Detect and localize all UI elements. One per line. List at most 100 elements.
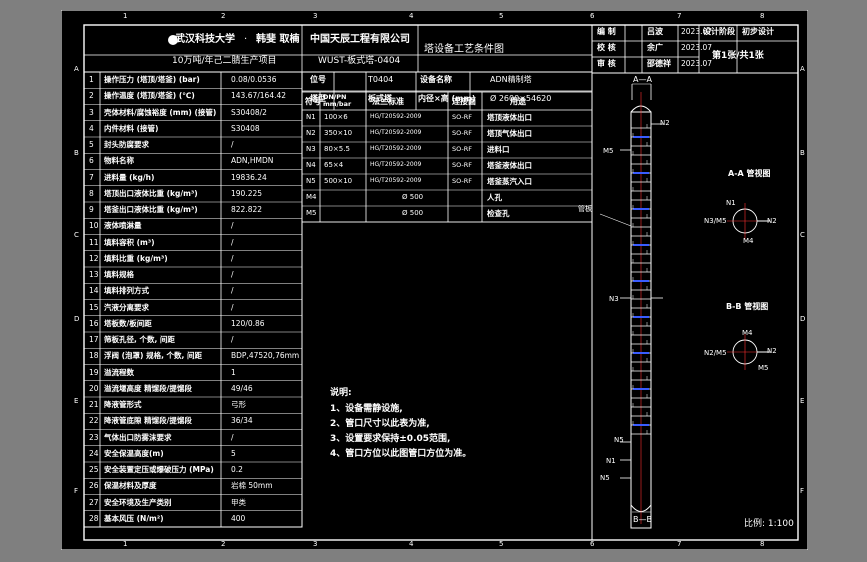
param-number: 7 xyxy=(89,172,94,182)
param-label: 物料名称 xyxy=(104,156,134,166)
nozzle-face: SO-RF xyxy=(452,113,473,121)
view-aa-title: A-A 管视图 xyxy=(728,169,771,178)
nozzle-size: 65×4 xyxy=(324,161,344,169)
param-label: 填料规格 xyxy=(104,270,134,279)
param-number: 12 xyxy=(89,253,99,263)
equipment-name-value: ADN精制塔 xyxy=(490,75,532,84)
param-number: 23 xyxy=(89,432,99,442)
param-number: 5 xyxy=(89,140,94,149)
drawing-sheet: 1 1 2 2 3 3 4 4 5 5 6 6 7 7 8 8 A A B B C C D D E E F F 武汉科技大学 · 韩斐 取楠… xyxy=(61,10,808,550)
param-label: 气体出口防雾沫要求 xyxy=(104,432,172,442)
nozzle-label-n3: N3 xyxy=(609,295,619,303)
project-name: 10万吨/年己二腈生产项目 xyxy=(172,56,277,66)
param-number: 10 xyxy=(89,221,99,231)
param-value: / xyxy=(231,253,234,263)
equipment-number: WUST-板式塔-0404 xyxy=(318,56,401,66)
nozzle-face: SO-RF xyxy=(452,177,473,185)
nozzle-usage: 进料口 xyxy=(487,145,510,154)
nozzle-size: 500×10 xyxy=(324,177,353,185)
view-bb-n2: N2 xyxy=(767,347,777,355)
nozzle-symbol: M5 xyxy=(306,209,317,217)
param-number: 2 xyxy=(89,91,94,101)
view-bb-title: B-B 管视图 xyxy=(726,302,769,311)
signer-name: 邵德祥 xyxy=(647,59,671,68)
position-value: T0404 xyxy=(368,75,394,84)
plate-leader xyxy=(599,213,632,227)
param-label: 基本风压 (N/m²) xyxy=(104,513,164,523)
sheet-number: 第1张/共1张 xyxy=(712,51,764,61)
nozzle-header: DN/PN mm/bar xyxy=(323,93,352,108)
border-ref-right: C xyxy=(800,231,805,239)
role-label: 校 核 xyxy=(597,43,616,52)
nozzle-header: 连接面 xyxy=(452,97,476,106)
param-value: 岩棉 50mm xyxy=(231,481,273,491)
university-name: 武汉科技大学 xyxy=(175,34,235,45)
param-label: 筛板孔径, 个数, 间距 xyxy=(104,335,175,344)
section-bb-label: B—B xyxy=(633,515,652,524)
param-value: / xyxy=(231,432,234,442)
param-label: 浮阀 (泡罩) 规格, 个数, 间距 xyxy=(104,351,202,361)
param-value: 0.08/0.0536 xyxy=(231,75,277,84)
param-number: 28 xyxy=(89,513,99,523)
param-value: 5 xyxy=(231,448,236,458)
param-number: 4 xyxy=(89,123,94,133)
nozzle-symbol: M4 xyxy=(306,193,317,201)
param-number: 9 xyxy=(89,205,94,214)
param-number: 18 xyxy=(89,351,99,361)
nozzle-standard: HG/T20592-2009 xyxy=(370,161,422,168)
border-ref-bottom: 3 xyxy=(313,540,318,548)
border-ref-right: D xyxy=(800,315,806,323)
nozzle-size: 80×5.5 xyxy=(324,145,350,153)
design-stage-value: 初步设计 xyxy=(742,27,774,36)
drawing-title: 塔设备工艺条件图 xyxy=(424,44,504,55)
drawing-scale: 比例: 1:100 xyxy=(744,519,794,529)
position-label: 位号 xyxy=(310,75,326,84)
param-label: 保温材料及厚度 xyxy=(104,481,157,491)
border-ref-left: E xyxy=(74,397,79,405)
param-label: 降液管底隙 精馏段/提馏段 xyxy=(104,416,192,426)
view-bb-m4: M4 xyxy=(742,329,753,337)
border-ref-left: D xyxy=(74,315,80,323)
param-label: 安全保温高度(m) xyxy=(104,448,164,458)
param-label: 封头防腐要求 xyxy=(104,140,149,149)
nozzle-symbol: N5 xyxy=(306,177,316,185)
param-value: 甲类 xyxy=(231,497,246,507)
border-ref-top: 7 xyxy=(677,12,682,20)
nozzle-standard: HG/T20592-2009 xyxy=(370,113,422,120)
param-label: 汽液分离要求 xyxy=(104,302,149,312)
note-item: 1、设备需静设施, xyxy=(330,404,403,414)
nozzle-symbol: N3 xyxy=(306,145,316,153)
nozzle-usage: 塔釜液体出口 xyxy=(487,161,532,170)
nozzle-size: Ø 500 xyxy=(402,193,424,201)
border-ref-top: 5 xyxy=(499,12,504,20)
nozzle-label-n4-top: M5 xyxy=(603,147,614,155)
nozzle-standard: HG/T20592-2009 xyxy=(370,129,422,136)
param-number: 14 xyxy=(89,286,99,296)
author-names: 韩斐 取楠 xyxy=(256,34,300,45)
border-ref-top: 3 xyxy=(313,12,318,20)
param-value: / xyxy=(231,221,234,231)
param-label: 填料容积 (m³) xyxy=(104,237,155,247)
border-ref-bottom: 4 xyxy=(409,540,414,548)
note-item: 2、管口尺寸以此表为准, xyxy=(330,419,430,429)
param-value: 19836.24 xyxy=(231,172,267,182)
border-ref-bottom: 8 xyxy=(760,540,765,548)
nozzle-symbol: N2 xyxy=(306,129,316,137)
role-label: 编 制 xyxy=(597,27,616,36)
param-label: 进料量 (kg/h) xyxy=(104,172,155,182)
border-ref-top: 4 xyxy=(409,12,414,20)
view-bb-n2m5: N2/M5 xyxy=(704,349,727,357)
border-ref-bottom: 7 xyxy=(677,540,682,548)
border-ref-left: A xyxy=(74,65,79,73)
param-value: / xyxy=(231,302,234,312)
param-label: 壳体材料/腐蚀裕度 (mm) (接管) xyxy=(104,107,217,117)
param-label: 填料排列方式 xyxy=(104,286,149,296)
nozzle-face: SO-RF xyxy=(452,129,473,137)
param-value: 400 xyxy=(231,513,246,523)
section-aa-label: A—A xyxy=(633,75,652,84)
view-aa-m4: M4 xyxy=(743,237,754,245)
param-label: 降液管形式 xyxy=(104,400,142,409)
design-stage-label: 设计阶段 xyxy=(703,27,735,36)
param-value: / xyxy=(231,335,234,344)
param-label: 塔板数/板间距 xyxy=(104,318,152,328)
